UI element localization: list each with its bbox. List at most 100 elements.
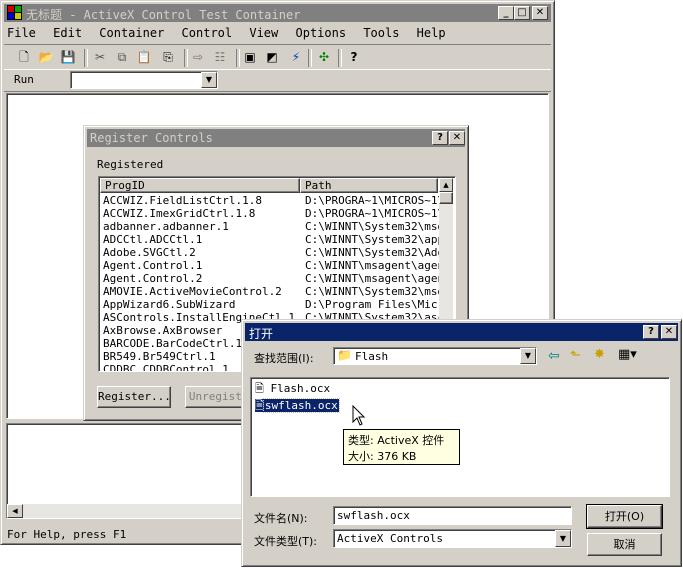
save-icon[interactable]: 💾 <box>60 49 76 65</box>
toolbar-separator <box>236 49 240 67</box>
file-item-flash-ocx[interactable]: 🗎 Flash.ocx <box>255 380 330 395</box>
ocx-file-icon: 🗎 <box>255 399 264 412</box>
list-item[interactable]: Adobe.SVGCtl.2 C:\WINNT\System32\Adobe <box>103 246 439 259</box>
menu-container[interactable]: Container <box>99 26 164 40</box>
toolbar-separator <box>338 49 342 67</box>
app-icon <box>7 5 22 20</box>
menu-file[interactable]: File <box>7 26 36 40</box>
list-item[interactable]: AMOVIE.ActiveMovieControl.2 C:\WINNT\Syst… <box>103 285 439 298</box>
scroll-left-button[interactable]: ◀ <box>7 504 23 518</box>
toolbar-separator <box>308 49 312 67</box>
menu-edit[interactable]: Edit <box>53 26 82 40</box>
list-item[interactable]: ACCWIZ.ImexGridCtrl.1.8 D:\PROGRA~1\MICRO… <box>103 207 439 220</box>
tooltip-type: 类型: ActiveX 控件 <box>348 434 445 447</box>
new-file-icon[interactable]: 🗋 <box>16 49 32 65</box>
properties-icon[interactable]: ☷ <box>212 49 228 65</box>
lookin-combo[interactable]: 📁 Flash ▼ <box>333 347 537 365</box>
list-item[interactable]: ACCWIZ.FieldListCtrl.1.8 D:\PROGRA~1\MICR… <box>103 194 439 207</box>
close-button[interactable]: ✕ <box>449 131 465 145</box>
open-folder-icon[interactable]: 📂 <box>38 49 54 65</box>
insert-control-icon[interactable]: ⎘ <box>160 49 176 65</box>
file-item-swflash-ocx[interactable]: 🗎swflash.ocx <box>255 397 340 413</box>
back-icon[interactable]: ⇦ <box>548 348 560 364</box>
progid-cell: ACCWIZ.ImexGridCtrl.1.8 <box>103 207 256 220</box>
register-title-bar[interactable]: Register Controls ? ✕ <box>87 129 465 147</box>
help-icon[interactable]: ? <box>346 49 362 65</box>
progid-cell: ACCWIZ.FieldListCtrl.1.8 <box>103 194 262 207</box>
scroll-up-button[interactable]: ▲ <box>439 178 453 192</box>
progid-cell: AppWizard6.SubWizard <box>103 298 236 311</box>
path-cell: C:\WINNT\System32\appw: <box>305 233 439 246</box>
chevron-down-icon[interactable]: ▼ <box>201 72 217 88</box>
progid-cell: adbanner.adbanner.1 <box>103 220 229 233</box>
path-cell: C:\WINNT\msagent\agent <box>305 259 439 272</box>
minimize-button[interactable]: _ <box>498 6 514 20</box>
chevron-down-icon[interactable]: ▼ <box>520 348 536 364</box>
toolbar-separator <box>184 49 188 67</box>
view-menu-icon[interactable]: ▦▾ <box>618 347 637 362</box>
run-combo[interactable]: ▼ <box>70 71 218 89</box>
filename-value: swflash.ocx <box>337 509 410 522</box>
run-label: Run <box>14 73 34 86</box>
maximize-button[interactable]: □ <box>514 6 530 20</box>
filetype-label: 文件类型(T): <box>254 535 318 548</box>
main-window-title: 无标题 - ActiveX Control Test Container <box>26 8 301 22</box>
ocx-file-icon: 🗎 <box>255 382 264 395</box>
path-cell: D:\Program Files\Micros <box>305 298 439 311</box>
toolbar-separator <box>84 49 88 67</box>
paste-icon[interactable]: 📋 <box>136 49 152 65</box>
open-button[interactable]: 打开(O) <box>586 504 663 529</box>
list-item[interactable]: adbanner.adbanner.1 C:\WINNT\System32\msd… <box>103 220 439 233</box>
register-icon[interactable]: ✣ <box>316 49 332 65</box>
list-item[interactable]: AppWizard6.SubWizard D:\Program Files\Mic… <box>103 298 439 311</box>
progid-cell: ADCCtl.ADCCtl.1 <box>103 233 203 246</box>
column-header-progid[interactable]: ProgID <box>100 178 300 193</box>
register-dialog-title: Register Controls <box>90 131 213 145</box>
menu-options[interactable]: Options <box>296 26 347 40</box>
lightning-icon[interactable]: ⚡ <box>288 49 304 65</box>
open-title-bar[interactable]: 打开 ? ✕ <box>245 323 678 341</box>
progid-cell: Agent.Control.1 <box>103 259 203 272</box>
filetype-combo[interactable]: ActiveX Controls ▼ <box>333 529 572 548</box>
scroll-thumb[interactable] <box>439 192 453 204</box>
design-mode-icon[interactable]: ◩ <box>264 49 280 65</box>
path-cell: C:\WINNT\System32\msdxm <box>305 285 439 298</box>
filename-label: 文件名(N): <box>254 512 308 525</box>
folder-icon: 📁 <box>337 348 352 362</box>
menu-control[interactable]: Control <box>182 26 233 40</box>
chevron-down-icon[interactable]: ▼ <box>555 530 571 547</box>
path-cell: C:\WINNT\System32\Adobe <box>305 246 439 259</box>
list-item[interactable]: Agent.Control.2 C:\WINNT\msagent\agent <box>103 272 439 285</box>
list-item[interactable]: ADCCtl.ADCCtl.1 C:\WINNT\System32\appw: <box>103 233 439 246</box>
help-button[interactable]: ? <box>643 325 659 339</box>
view-icon[interactable]: ▣ <box>242 49 258 65</box>
horizontal-scrollbar[interactable]: ◀ <box>7 504 247 518</box>
help-button[interactable]: ? <box>432 131 448 145</box>
cut-icon[interactable]: ✂ <box>92 49 108 65</box>
menu-tools[interactable]: Tools <box>363 26 399 40</box>
progid-cell: AMOVIE.ActiveMovieControl.2 <box>103 285 282 298</box>
register-button[interactable]: Register... <box>97 386 171 408</box>
up-folder-icon[interactable]: ⬑ <box>570 348 581 363</box>
cancel-button[interactable]: 取消 <box>587 533 662 556</box>
list-item[interactable]: Agent.Control.1 C:\WINNT\msagent\agent <box>103 259 439 272</box>
file-list[interactable]: 🗎 Flash.ocx 🗎swflash.ocx 类型: ActiveX 控件 … <box>250 377 670 497</box>
main-title-bar[interactable]: 无标题 - ActiveX Control Test Container _ □… <box>4 4 551 22</box>
open-dialog-title: 打开 <box>249 327 274 341</box>
invoke-methods-icon[interactable]: ⇨ <box>190 49 206 65</box>
copy-icon[interactable]: ⧉ <box>114 49 130 65</box>
file-tooltip: 类型: ActiveX 控件 大小: 376 KB <box>343 429 460 465</box>
new-folder-icon[interactable]: ✸ <box>594 347 605 362</box>
progid-cell: Agent.Control.2 <box>103 272 203 285</box>
column-header-path[interactable]: Path <box>300 178 438 193</box>
menu-view[interactable]: View <box>249 26 278 40</box>
menu-bar: File Edit Container Control View Options… <box>7 26 547 42</box>
path-cell: C:\WINNT\System32\msdxm <box>305 220 439 233</box>
mouse-cursor-icon <box>352 404 366 430</box>
menu-help[interactable]: Help <box>417 26 446 40</box>
filetype-value: ActiveX Controls <box>337 532 443 545</box>
path-cell: D:\PROGRA~1\MICROS~1\0: <box>305 207 439 220</box>
close-button[interactable]: ✕ <box>661 325 677 339</box>
filename-input[interactable]: swflash.ocx <box>333 506 572 525</box>
close-button[interactable]: ✕ <box>532 6 548 20</box>
